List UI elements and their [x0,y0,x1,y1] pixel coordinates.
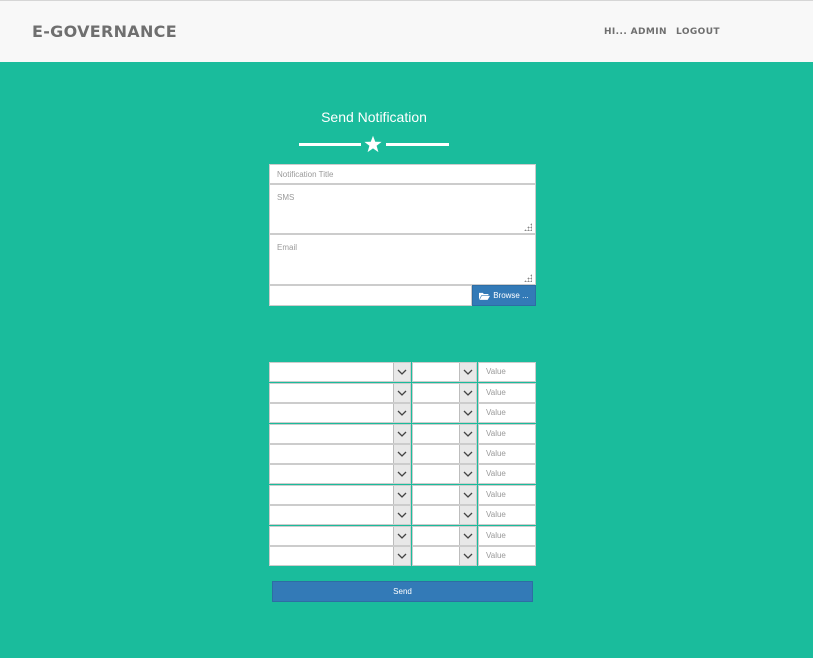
chevron-down-icon[interactable] [459,425,476,443]
chevron-down-icon[interactable] [393,506,410,524]
field-select[interactable] [269,424,411,444]
operator-select[interactable] [412,424,477,444]
value-input[interactable]: Value [478,546,536,566]
chevron-down-icon[interactable] [459,547,476,565]
chevron-down-icon[interactable] [459,527,476,545]
field-select[interactable] [269,362,411,382]
filter-row: Value [269,444,536,464]
chevron-down-icon[interactable] [393,384,410,402]
chevron-down-icon[interactable] [393,404,410,422]
chevron-down-icon[interactable] [459,384,476,402]
field-select[interactable] [269,505,411,525]
chevron-down-icon[interactable] [459,404,476,422]
filter-row: Value [269,383,536,403]
field-select[interactable] [269,444,411,464]
logout-link[interactable]: LOGOUT [676,27,720,37]
brand-logo[interactable]: E-GOVERNANCE [32,22,177,41]
folder-open-icon [479,292,491,300]
chevron-down-icon[interactable] [393,445,410,463]
star-icon [364,135,382,153]
filter-row: Value [269,424,536,444]
send-button[interactable]: Send [272,581,533,602]
notification-title-input[interactable] [269,164,536,184]
chevron-down-icon[interactable] [459,506,476,524]
chevron-down-icon[interactable] [459,363,476,381]
field-select[interactable] [269,383,411,403]
value-input[interactable]: Value [478,424,536,444]
file-path-input[interactable] [269,285,472,306]
chevron-down-icon[interactable] [459,465,476,483]
value-input[interactable]: Value [478,485,536,505]
chevron-down-icon[interactable] [393,363,410,381]
value-input[interactable]: Value [478,464,536,484]
page-title: Send Notification [321,109,427,125]
filter-row: Value [269,362,536,382]
operator-select[interactable] [412,383,477,403]
chevron-down-icon[interactable] [393,486,410,504]
divider-line-left [299,143,361,146]
chevron-down-icon[interactable] [393,465,410,483]
browse-button[interactable]: Browse ... [472,285,536,306]
sms-textarea[interactable] [269,184,536,234]
user-greeting-link[interactable]: HI... ADMIN [604,27,667,37]
operator-select[interactable] [412,362,477,382]
filter-row: Value [269,403,536,423]
filter-row: Value [269,526,536,546]
value-input[interactable]: Value [478,362,536,382]
chevron-down-icon[interactable] [393,425,410,443]
value-input[interactable]: Value [478,526,536,546]
filter-row: Value [269,505,536,525]
value-input[interactable]: Value [478,505,536,525]
filter-row: Value [269,546,536,566]
field-select[interactable] [269,403,411,423]
operator-select[interactable] [412,505,477,525]
chevron-down-icon[interactable] [393,547,410,565]
field-select[interactable] [269,485,411,505]
chevron-down-icon[interactable] [393,527,410,545]
operator-select[interactable] [412,485,477,505]
chevron-down-icon[interactable] [459,445,476,463]
value-input[interactable]: Value [478,383,536,403]
operator-select[interactable] [412,526,477,546]
value-input[interactable]: Value [478,403,536,423]
filter-row: Value [269,485,536,505]
filter-row: Value [269,464,536,484]
operator-select[interactable] [412,546,477,566]
field-select[interactable] [269,526,411,546]
operator-select[interactable] [412,444,477,464]
operator-select[interactable] [412,464,477,484]
value-input[interactable]: Value [478,444,536,464]
browse-label: Browse ... [493,291,529,300]
operator-select[interactable] [412,403,477,423]
top-navbar: E-GOVERNANCE HI... ADMIN LOGOUT [0,0,813,62]
field-select[interactable] [269,464,411,484]
email-textarea[interactable] [269,234,536,285]
field-select[interactable] [269,546,411,566]
chevron-down-icon[interactable] [459,486,476,504]
divider-line-right [386,143,449,146]
